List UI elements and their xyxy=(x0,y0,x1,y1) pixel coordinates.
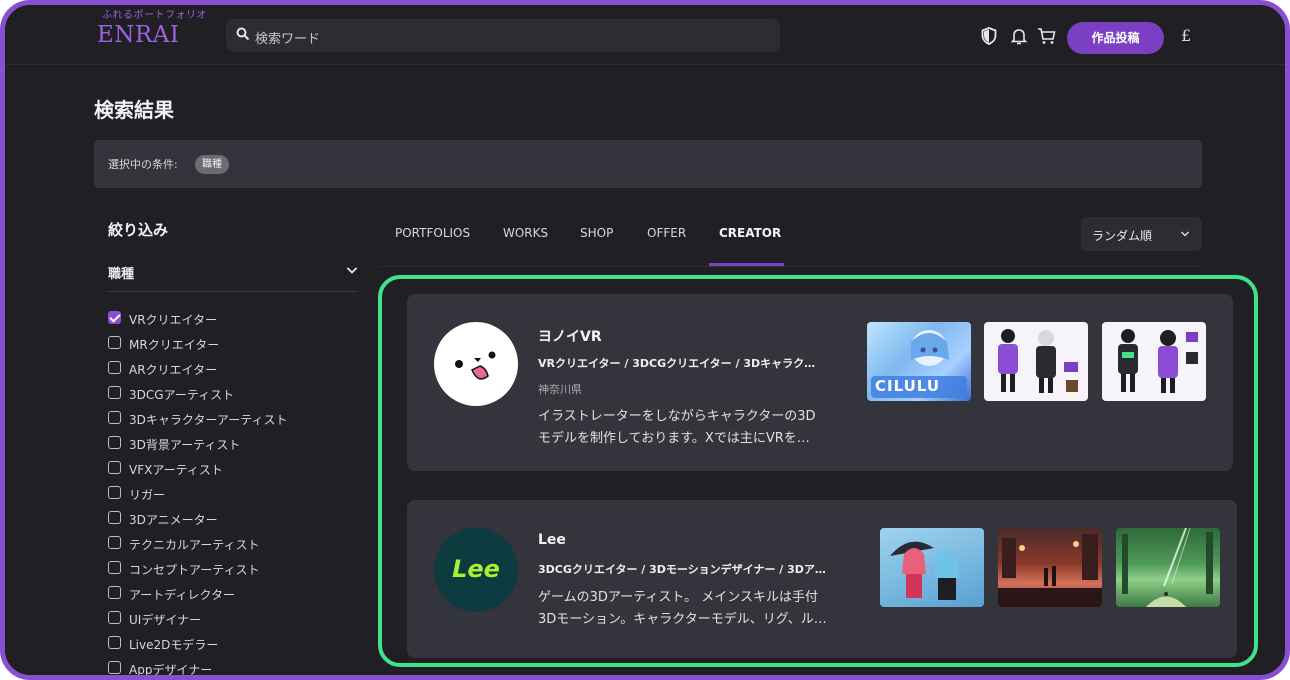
checkbox[interactable] xyxy=(108,636,121,649)
avatar[interactable]: Lee xyxy=(434,528,518,612)
filter-option-label: 3Dアニメーター xyxy=(129,513,218,527)
selected-conditions-bar: 選択中の条件: 職種 xyxy=(94,140,1202,188)
shield-icon[interactable] xyxy=(981,27,997,45)
creator-name[interactable]: Lee xyxy=(538,532,566,548)
conditions-label: 選択中の条件: xyxy=(108,158,178,171)
filter-group-job[interactable]: 職種 xyxy=(108,261,358,292)
search-input[interactable]: 検索ワード xyxy=(255,28,320,47)
work-thumbnail[interactable] xyxy=(1116,528,1220,607)
app-frame: ふれるポートフォリオ ENRAI 検索ワード 作品投稿 £ 検索結果 選択中の条… xyxy=(0,0,1290,680)
logo-tagline: ふれるポートフォリオ xyxy=(102,10,207,21)
thumbnail-art xyxy=(1122,528,1213,607)
creator-description-line2: モデルを制作しております。Xでは主にVRを… xyxy=(538,431,810,446)
creator-roles: VRクリエイター / 3DCGクリエイター / 3Dキャラク… xyxy=(538,357,816,370)
thumbnail-art xyxy=(1118,329,1198,393)
tab-shop[interactable]: SHOP xyxy=(580,226,613,240)
sort-value: ランダム順 xyxy=(1092,229,1153,243)
sort-select[interactable]: ランダム順 xyxy=(1081,217,1202,251)
work-thumbnail[interactable] xyxy=(984,322,1088,401)
search-icon xyxy=(236,27,250,41)
site-logo[interactable]: ENRAI xyxy=(97,22,179,48)
filter-option-label: VFXアーティスト xyxy=(129,463,223,477)
active-tab-indicator xyxy=(709,263,784,266)
avatar-logo: Lee xyxy=(452,555,500,583)
creator-name[interactable]: ヨノイVR xyxy=(538,326,602,346)
checkbox[interactable] xyxy=(108,436,121,449)
creator-location: 神奈川県 xyxy=(538,383,582,396)
tab-works[interactable]: WORKS xyxy=(503,226,548,240)
filter-option-label: 3D背景アーティスト xyxy=(129,438,241,452)
checkbox[interactable] xyxy=(108,586,121,599)
thumbnail-art xyxy=(890,541,960,600)
checkbox[interactable] xyxy=(108,311,121,324)
creator-description-line1: イラストレーターをしながらキャラクターの3D xyxy=(538,409,816,424)
top-header: ふれるポートフォリオ ENRAI 検索ワード 作品投稿 £ xyxy=(5,5,1285,65)
post-work-button[interactable]: 作品投稿 xyxy=(1067,22,1164,54)
tab-offer[interactable]: OFFER xyxy=(647,226,686,240)
language-icon[interactable]: £ xyxy=(1181,26,1191,45)
checkbox[interactable] xyxy=(108,386,121,399)
search-box[interactable]: 検索ワード xyxy=(226,19,780,52)
checkbox[interactable] xyxy=(108,461,121,474)
condition-chip[interactable]: 職種 xyxy=(195,155,229,174)
creator-roles: 3DCGクリエイター / 3Dモーションデザイナー / 3Dア… xyxy=(538,563,826,576)
tab-portfolios[interactable]: PORTFOLIOS xyxy=(395,226,470,240)
checkbox[interactable] xyxy=(108,611,121,624)
checkbox[interactable] xyxy=(108,536,121,549)
checkbox[interactable] xyxy=(108,661,121,674)
checkbox[interactable] xyxy=(108,336,121,349)
work-thumbnail[interactable] xyxy=(880,528,984,607)
creator-description-line2: 3Dモーション。キャラクターモデル、リグ、ル… xyxy=(538,612,827,627)
work-thumbnail[interactable]: CILULU xyxy=(867,322,971,401)
filter-option-label: MRクリエイター xyxy=(129,338,220,352)
cart-icon[interactable] xyxy=(1037,27,1056,45)
thumbnail-art xyxy=(998,329,1078,393)
checkbox[interactable] xyxy=(108,361,121,374)
work-thumbnail[interactable] xyxy=(1102,322,1206,401)
thumbnail-caption: CILULU xyxy=(875,377,940,395)
filter-option-label: VRクリエイター xyxy=(129,313,218,327)
dog-face-icon xyxy=(455,351,496,380)
chevron-down-icon xyxy=(1180,231,1190,237)
tab-creator[interactable]: CREATOR xyxy=(719,226,781,240)
filter-option-label: 3DCGアーティスト xyxy=(129,388,235,402)
filter-group-label: 職種 xyxy=(108,267,135,282)
filter-option-label: Appデザイナー xyxy=(129,663,213,677)
work-thumbnail[interactable] xyxy=(998,528,1102,607)
creator-description-line1: ゲームの3Dアーティスト。 メインスキルは手付 xyxy=(538,590,818,605)
filter-option-label: テクニカルアーティスト xyxy=(129,538,260,552)
filter-option-label: ARクリエイター xyxy=(129,363,218,377)
avatar[interactable] xyxy=(434,322,518,406)
checkbox[interactable] xyxy=(108,511,121,524)
thumbnail-art xyxy=(998,534,1102,607)
filter-option-label: リガー xyxy=(129,488,166,502)
filter-option-label: 3Dキャラクターアーティスト xyxy=(129,413,288,427)
creator-card[interactable]: ヨノイVR VRクリエイター / 3DCGクリエイター / 3Dキャラク… 神奈… xyxy=(407,294,1233,471)
checkbox[interactable] xyxy=(108,561,121,574)
checkbox[interactable] xyxy=(108,486,121,499)
creator-card[interactable]: Lee Lee 3DCGクリエイター / 3Dモーションデザイナー / 3Dア…… xyxy=(407,500,1237,658)
checkbox[interactable] xyxy=(108,411,121,424)
bell-icon[interactable] xyxy=(1010,27,1028,45)
chevron-down-icon xyxy=(346,267,358,274)
page-title: 検索結果 xyxy=(94,98,174,122)
filter-option-label: コンセプトアーティスト xyxy=(129,563,260,577)
filter-option-label: Live2Dモデラー xyxy=(129,638,219,652)
tabs-divider xyxy=(380,266,1202,267)
filter-option-label: UIデザイナー xyxy=(129,613,202,627)
filter-title: 絞り込み xyxy=(108,221,169,239)
filter-option-label: アートディレクター xyxy=(129,588,235,602)
